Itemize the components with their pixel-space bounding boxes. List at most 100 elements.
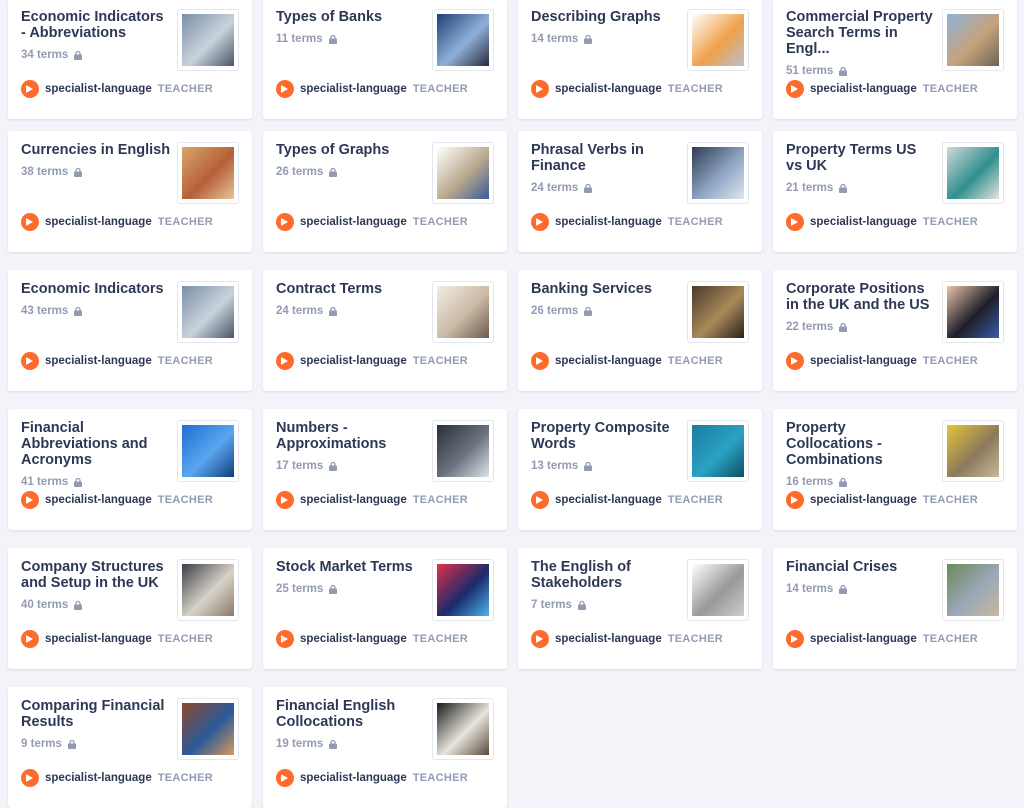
author-row[interactable]: specialist-language TEACHER — [276, 769, 468, 787]
author-row[interactable]: specialist-language TEACHER — [21, 352, 213, 370]
study-set-card[interactable]: Financial English Collocations 19 terms … — [263, 687, 507, 808]
set-title[interactable]: Stock Market Terms 25 terms — [276, 559, 426, 597]
set-thumbnail — [687, 281, 749, 343]
study-set-card[interactable]: Banking Services 26 terms specialist-lan… — [518, 270, 762, 391]
author-row[interactable]: specialist-language TEACHER — [531, 213, 723, 231]
author-name[interactable]: specialist-language — [810, 355, 917, 367]
author-row[interactable]: specialist-language TEACHER — [531, 352, 723, 370]
study-set-card[interactable]: Economic Indicators - Abbreviations 34 t… — [8, 0, 252, 119]
set-title[interactable]: Financial Crises 14 terms — [786, 559, 936, 597]
study-set-card[interactable]: Commercial Property Search Terms in Engl… — [773, 0, 1017, 119]
set-title[interactable]: Financial English Collocations 19 terms — [276, 698, 426, 752]
author-row[interactable]: specialist-language TEACHER — [276, 80, 468, 98]
author-name[interactable]: specialist-language — [300, 633, 407, 645]
author-row[interactable]: specialist-language TEACHER — [531, 80, 723, 98]
author-name[interactable]: specialist-language — [300, 355, 407, 367]
set-title[interactable]: Corporate Positions in the UK and the US… — [786, 281, 936, 335]
author-name[interactable]: specialist-language — [45, 83, 152, 95]
number-keys-image — [437, 425, 489, 477]
author-name[interactable]: specialist-language — [45, 355, 152, 367]
term-count: 38 terms — [21, 166, 69, 178]
study-set-card[interactable]: Stock Market Terms 25 terms specialist-l… — [263, 548, 507, 669]
study-set-card[interactable]: Financial Crises 14 terms specialist-lan… — [773, 548, 1017, 669]
author-name[interactable]: specialist-language — [300, 216, 407, 228]
study-set-card[interactable]: Contract Terms 24 terms specialist-langu… — [263, 270, 507, 391]
author-name[interactable]: specialist-language — [300, 494, 407, 506]
author-row[interactable]: specialist-language TEACHER — [276, 491, 468, 509]
author-row[interactable]: specialist-language TEACHER — [21, 80, 213, 98]
author-row[interactable]: specialist-language TEACHER — [21, 213, 213, 231]
set-title[interactable]: Property Collocations - Combinations 16 … — [786, 420, 936, 490]
study-set-card[interactable]: Types of Graphs 26 terms specialist-lang… — [263, 131, 507, 252]
set-title[interactable]: Describing Graphs 14 terms — [531, 9, 681, 47]
set-title[interactable]: Commercial Property Search Terms in Engl… — [786, 9, 936, 79]
author-row[interactable]: specialist-language TEACHER — [21, 630, 213, 648]
author-name[interactable]: specialist-language — [555, 494, 662, 506]
study-set-card[interactable]: Corporate Positions in the UK and the US… — [773, 270, 1017, 391]
author-row[interactable]: specialist-language TEACHER — [786, 352, 978, 370]
set-title[interactable]: Property Composite Words 13 terms — [531, 420, 681, 474]
author-row[interactable]: specialist-language TEACHER — [276, 352, 468, 370]
business-people-image — [692, 147, 744, 199]
author-name[interactable]: specialist-language — [300, 83, 407, 95]
study-set-card[interactable]: Property Terms US vs UK 21 terms special… — [773, 131, 1017, 252]
lock-icon — [577, 600, 586, 610]
set-title[interactable]: Comparing Financial Results 9 terms — [21, 698, 171, 752]
author-name[interactable]: specialist-language — [555, 216, 662, 228]
set-title[interactable]: Property Terms US vs UK 21 terms — [786, 142, 936, 196]
set-thumbnail — [942, 559, 1004, 621]
study-set-card[interactable]: Property Composite Words 13 terms specia… — [518, 409, 762, 530]
set-title[interactable]: Contract Terms 24 terms — [276, 281, 426, 319]
author-name[interactable]: specialist-language — [810, 633, 917, 645]
author-row[interactable]: specialist-language TEACHER — [276, 213, 468, 231]
study-set-card[interactable]: Types of Banks 11 terms specialist-langu… — [263, 0, 507, 119]
set-title[interactable]: Financial Abbreviations and Acronyms 41 … — [21, 420, 171, 490]
author-row[interactable]: specialist-language TEACHER — [786, 630, 978, 648]
set-title[interactable]: Phrasal Verbs in Finance 24 terms — [531, 142, 681, 196]
study-set-card[interactable]: Currencies in English 38 terms specialis… — [8, 131, 252, 252]
author-name[interactable]: specialist-language — [555, 83, 662, 95]
author-name[interactable]: specialist-language — [810, 216, 917, 228]
study-set-card[interactable]: Comparing Financial Results 9 terms spec… — [8, 687, 252, 808]
author-name[interactable]: specialist-language — [45, 494, 152, 506]
author-name[interactable]: specialist-language — [45, 216, 152, 228]
set-thumbnail — [177, 142, 239, 204]
author-name[interactable]: specialist-language — [810, 83, 917, 95]
study-set-card[interactable]: Describing Graphs 14 terms specialist-la… — [518, 0, 762, 119]
lock-icon — [329, 584, 338, 594]
study-set-card[interactable]: The English of Stakeholders 7 terms spec… — [518, 548, 762, 669]
author-row[interactable]: specialist-language TEACHER — [786, 213, 978, 231]
set-title[interactable]: Types of Graphs 26 terms — [276, 142, 426, 180]
author-row[interactable]: specialist-language TEACHER — [276, 630, 468, 648]
author-name[interactable]: specialist-language — [300, 772, 407, 784]
set-title[interactable]: Currencies in English 38 terms — [21, 142, 171, 180]
author-row[interactable]: specialist-language TEACHER — [786, 491, 978, 509]
study-set-card[interactable]: Company Structures and Setup in the UK 4… — [8, 548, 252, 669]
set-title[interactable]: Company Structures and Setup in the UK 4… — [21, 559, 171, 613]
author-name[interactable]: specialist-language — [555, 355, 662, 367]
author-row[interactable]: specialist-language TEACHER — [786, 80, 978, 98]
study-set-card[interactable]: Property Collocations - Combinations 16 … — [773, 409, 1017, 530]
author-name[interactable]: specialist-language — [45, 633, 152, 645]
author-row[interactable]: specialist-language TEACHER — [21, 769, 213, 787]
set-title[interactable]: Economic Indicators - Abbreviations 34 t… — [21, 9, 171, 63]
signing-document-image — [437, 286, 489, 338]
study-set-card[interactable]: Financial Abbreviations and Acronyms 41 … — [8, 409, 252, 530]
author-name[interactable]: specialist-language — [45, 772, 152, 784]
quizlet-avatar-icon — [21, 769, 39, 787]
set-title[interactable]: Banking Services 26 terms — [531, 281, 681, 319]
set-title[interactable]: Numbers - Approximations 17 terms — [276, 420, 426, 474]
study-set-card[interactable]: Economic Indicators 43 terms specialist-… — [8, 270, 252, 391]
study-set-card[interactable]: Numbers - Approximations 17 terms specia… — [263, 409, 507, 530]
set-title[interactable]: The English of Stakeholders 7 terms — [531, 559, 681, 613]
study-set-card[interactable]: Phrasal Verbs in Finance 24 terms specia… — [518, 131, 762, 252]
set-title[interactable]: Types of Banks 11 terms — [276, 9, 426, 47]
author-row[interactable]: specialist-language TEACHER — [531, 491, 723, 509]
author-name[interactable]: specialist-language — [810, 494, 917, 506]
quizlet-avatar-icon — [276, 769, 294, 787]
set-thumbnail — [432, 420, 494, 482]
set-title[interactable]: Economic Indicators 43 terms — [21, 281, 171, 319]
author-name[interactable]: specialist-language — [555, 633, 662, 645]
author-row[interactable]: specialist-language TEACHER — [21, 491, 213, 509]
author-row[interactable]: specialist-language TEACHER — [531, 630, 723, 648]
